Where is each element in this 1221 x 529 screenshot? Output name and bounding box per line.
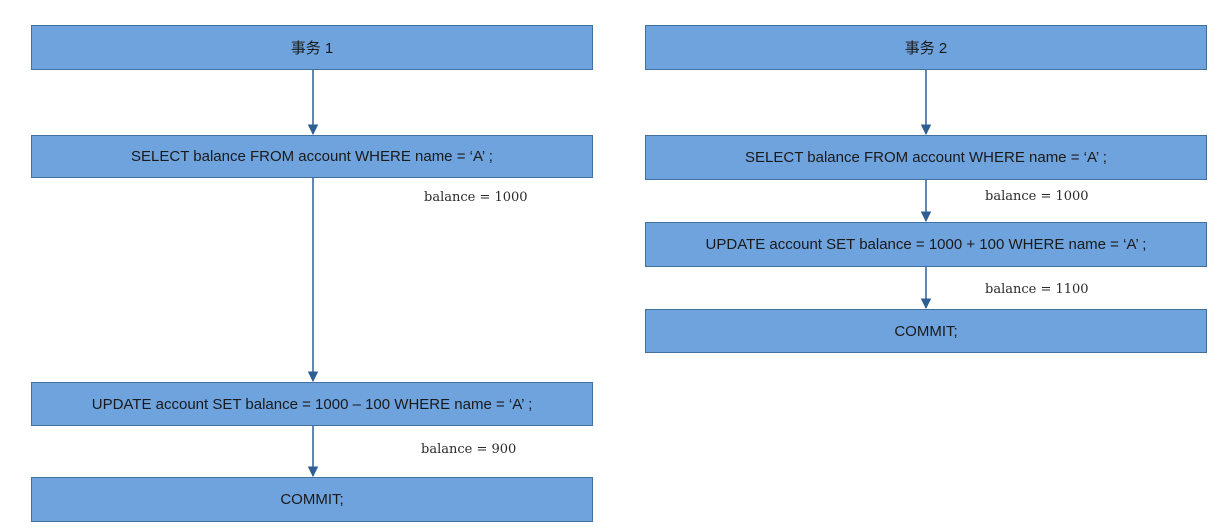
t1-update-statement: UPDATE account SET balance = 1000 – 100 … (91, 395, 533, 413)
t1-select-box: SELECT balance FROM account WHERE name =… (31, 135, 593, 178)
t1-select-statement: SELECT balance FROM account WHERE name =… (131, 148, 493, 165)
t2-title-box: 事务 2 (645, 25, 1207, 70)
t2-note-balance-1000: balance = 1000 (985, 189, 1089, 204)
t2-update-statement: UPDATE account SET balance = 1000 + 100 … (705, 236, 1147, 253)
t1-commit-box: COMMIT; (31, 477, 593, 522)
t2-update-box: UPDATE account SET balance = 1000 + 100 … (645, 222, 1207, 267)
t1-update-box: UPDATE account SET balance = 1000 – 100 … (31, 382, 593, 426)
t2-select-box: SELECT balance FROM account WHERE name =… (645, 135, 1207, 180)
t2-select-statement: SELECT balance FROM account WHERE name =… (745, 149, 1107, 166)
t2-note-balance-1100: balance = 1100 (985, 282, 1089, 297)
t2-commit-statement: COMMIT; (894, 322, 958, 340)
t1-note-balance-900: balance = 900 (421, 442, 517, 457)
t1-title-box: 事务 1 (31, 25, 593, 70)
t2-commit-box: COMMIT; (645, 309, 1207, 353)
t2-title-label: 事务 2 (904, 40, 948, 57)
t1-commit-statement: COMMIT; (280, 491, 344, 508)
t1-note-balance-1000: balance = 1000 (424, 190, 528, 205)
t1-title-label: 事务 1 (290, 40, 334, 57)
